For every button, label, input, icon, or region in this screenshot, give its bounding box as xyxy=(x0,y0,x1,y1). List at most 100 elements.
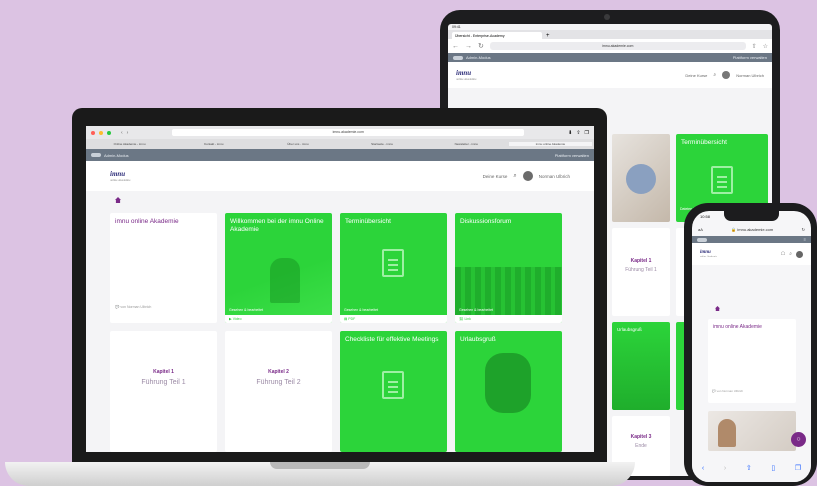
tablet-card-video[interactable] xyxy=(612,134,670,222)
tablet-ende-label: Ende xyxy=(635,443,647,449)
phone-url-text: imnu.akademie.com xyxy=(737,227,774,232)
tablet-address-bar: ← → ↻ imnu.akademie.com ⇧ ☆ xyxy=(448,39,772,53)
card-akademie[interactable]: imnu online Akademie 💬 von Norman Ulbric… xyxy=(110,213,217,323)
termin-title: Terminübersicht xyxy=(345,218,391,225)
card-checklist[interactable]: Checkliste für effektive Meetings xyxy=(340,331,447,452)
tablet-user-name: Norman Ulbrich xyxy=(736,72,764,78)
forum-meta: ⛓ Link xyxy=(455,315,562,323)
reload-icon[interactable]: ↻ xyxy=(802,227,805,232)
phone-presenter-image xyxy=(718,419,736,447)
urlaub-person-image xyxy=(485,353,531,413)
kapitel1-title: Führung Teil 1 xyxy=(141,379,186,386)
back-arrow-icon[interactable]: ‹ xyxy=(702,465,704,472)
tablet-logo[interactable]: imnu online Akademie xyxy=(456,69,476,81)
card-forum[interactable]: Diskussionsforum Gesehen & bearbeitet ⛓ … xyxy=(455,213,562,323)
termin-meta: ▤ PDF xyxy=(340,315,447,323)
search-icon[interactable]: ⌕ xyxy=(513,173,516,180)
phone-logo[interactable]: imnu online Akademie xyxy=(700,250,717,258)
reload-icon[interactable]: ↻ xyxy=(478,42,484,50)
laptop-logo[interactable]: imnu online Akademie xyxy=(110,170,130,182)
share-icon[interactable]: ⇧ xyxy=(576,130,580,136)
card-termin[interactable]: Terminübersicht Gesehen & bearbeitet ▤ P… xyxy=(340,213,447,323)
avatar[interactable] xyxy=(796,250,803,258)
toggle-icon[interactable] xyxy=(453,55,463,60)
laptop-url-field[interactable]: imnu.akademie.com xyxy=(172,129,525,136)
tablet-status-time: 09:41 xyxy=(452,25,461,29)
bookmark-tab[interactable]: Über uns - imnu xyxy=(256,142,339,146)
forward-arrow-icon[interactable]: › xyxy=(724,465,726,472)
laptop-courses-link[interactable]: Deine Kurse xyxy=(483,174,508,179)
toggle-icon[interactable] xyxy=(697,237,707,242)
tablet-courses-link[interactable]: Deine Kurse xyxy=(685,73,707,78)
toggle-icon[interactable] xyxy=(91,153,101,158)
welcome-title: Willkommen bei der imnu Online Akademie xyxy=(230,218,324,233)
back-arrow-icon[interactable]: ‹ xyxy=(121,130,123,136)
laptop-admin-bar: Admin-Modus Plattform verwalten xyxy=(86,149,594,161)
tabs-icon[interactable]: ❐ xyxy=(795,464,801,472)
laptop-browser-toolbar: ‹ › imnu.akademie.com ⬇ ⇧ ❐ xyxy=(86,126,594,139)
search-icon[interactable]: ⌕ xyxy=(789,251,792,257)
laptop-user-name: Norman Ulbrich xyxy=(538,173,570,179)
bookmarks-icon[interactable]: ▯ xyxy=(771,464,775,472)
text-size-icon[interactable]: aA xyxy=(698,227,703,232)
tablet-browser-tab[interactable]: Übersicht - Enterprise-Academy xyxy=(452,32,542,39)
maximize-window-icon[interactable] xyxy=(107,130,111,135)
tablet-card-kapitel1[interactable]: Kapitel 1 Führung Teil 1 xyxy=(612,228,670,316)
card-welcome[interactable]: Willkommen bei der imnu Online Akademie … xyxy=(225,213,332,323)
welcome-meta-text: Video xyxy=(232,317,242,321)
tablet-card-urlaub[interactable]: Urlaubsgruß xyxy=(612,322,670,410)
tablet-camera xyxy=(604,14,610,20)
laptop-notch xyxy=(270,462,370,469)
tablet-termin-title: Terminübersicht xyxy=(681,139,727,146)
tablet-platform-link[interactable]: Plattform verwalten xyxy=(733,55,767,60)
home-icon[interactable] xyxy=(715,306,720,311)
bookmark-tab[interactable]: imnu online Akademie xyxy=(508,142,593,146)
chat-bubble-button[interactable]: ○ xyxy=(791,432,806,447)
laptop-url-text: imnu.akademie.com xyxy=(332,130,364,134)
laptop-header-right: Deine Kurse ⌕ Norman Ulbrich xyxy=(483,171,570,181)
tablet-kapitel1-label: Kapitel 1 xyxy=(630,258,652,264)
laptop-platform-link[interactable]: Plattform verwalten xyxy=(555,153,589,158)
bookmark-tab[interactable]: Kontakt - imnu xyxy=(172,142,255,146)
tablet-header: imnu online Akademie Deine Kurse ⌕ Norman… xyxy=(448,62,772,88)
laptop-base xyxy=(5,462,635,486)
bookmark-tab[interactable]: Startseite - imnu xyxy=(341,142,424,146)
forward-arrow-icon[interactable]: → xyxy=(465,43,472,50)
new-tab-icon[interactable]: + xyxy=(546,33,550,39)
phone-url-field[interactable]: 🔒 imnu.akademie.com xyxy=(707,227,798,232)
tablet-admin-label: Admin-Modus xyxy=(466,55,491,60)
forum-sub: Gesehen & bearbeitet xyxy=(459,308,494,312)
laptop-device: ‹ › imnu.akademie.com ⬇ ⇧ ❐ Online Akade… xyxy=(72,108,607,463)
phone-admin-bar: ≡ xyxy=(692,236,811,243)
card-kapitel1[interactable]: Kapitel 1 Führung Teil 1 xyxy=(110,331,217,452)
share-icon[interactable]: ⇧ xyxy=(746,464,752,472)
akademie-author-text: von Norman Ulbrich xyxy=(120,305,152,309)
bookmark-tab[interactable]: Online Akademie - imnu xyxy=(88,142,171,146)
card-kapitel2[interactable]: Kapitel 2 Führung Teil 2 xyxy=(225,331,332,452)
tabs-icon[interactable]: ❐ xyxy=(585,130,589,136)
bookmark-star-icon[interactable]: ☆ xyxy=(763,43,768,50)
phone-card-akademie[interactable]: imnu online Akademie 💬 von Norman Ulbric… xyxy=(708,319,796,403)
bookmark-tab[interactable]: Newsletter - imnu xyxy=(425,142,508,146)
laptop-screen: ‹ › imnu.akademie.com ⬇ ⇧ ❐ Online Akade… xyxy=(86,126,594,452)
pdf-icon: ▤ xyxy=(344,317,348,321)
search-icon[interactable]: ⌕ xyxy=(713,72,716,78)
tablet-admin-toggle-wrap: Admin-Modus xyxy=(453,55,491,60)
avatar[interactable] xyxy=(722,71,731,79)
forward-arrow-icon[interactable]: › xyxy=(127,130,129,136)
back-arrow-icon[interactable]: ← xyxy=(452,43,459,50)
card-urlaub[interactable]: Urlaubsgruß xyxy=(455,331,562,452)
avatar[interactable] xyxy=(522,171,533,181)
download-icon[interactable]: ⬇ xyxy=(568,130,572,136)
home-icon[interactable] xyxy=(115,197,121,203)
phone-bottom-toolbar: ‹ › ⇧ ▯ ❐ xyxy=(692,460,811,482)
tablet-tab-bar: Übersicht - Enterprise-Academy + xyxy=(448,30,772,39)
tablet-url-field[interactable]: imnu.akademie.com xyxy=(489,42,746,50)
menu-icon[interactable]: ≡ xyxy=(804,237,806,242)
phone-card-video[interactable] xyxy=(708,411,796,451)
minimize-window-icon[interactable] xyxy=(99,130,103,135)
courses-icon[interactable]: ☖ xyxy=(781,251,785,257)
close-window-icon[interactable] xyxy=(91,130,95,135)
tablet-urlaub-title: Urlaubsgruß xyxy=(617,327,642,332)
share-icon[interactable]: ⇧ xyxy=(752,43,757,50)
